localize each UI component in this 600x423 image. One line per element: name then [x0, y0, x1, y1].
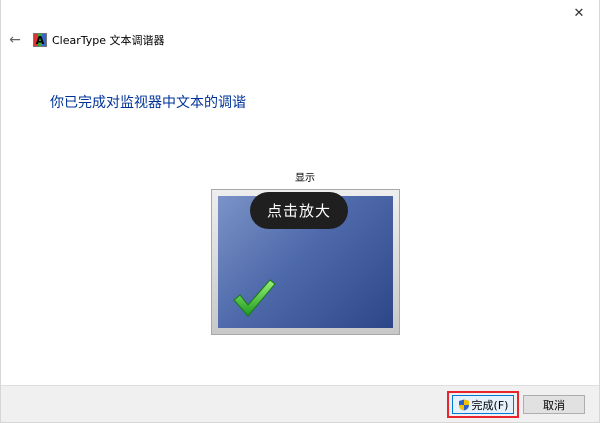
- close-icon: ✕: [573, 5, 585, 21]
- back-button[interactable]: ←: [7, 32, 23, 48]
- finish-button[interactable]: 完成(F): [452, 395, 514, 414]
- checkmark-icon: [233, 279, 276, 317]
- app-title: ClearType 文本调谐器: [52, 34, 165, 47]
- footer-bar: 完成(F) 取消: [1, 385, 599, 422]
- window-header: ← A ClearType 文本调谐器: [7, 30, 165, 50]
- back-arrow-icon: ←: [9, 32, 21, 48]
- uac-shield-icon: [458, 399, 469, 410]
- cancel-button[interactable]: 取消: [523, 395, 585, 414]
- svg-text:A: A: [36, 34, 45, 47]
- cleartype-app-icon: A: [33, 33, 47, 47]
- page-heading: 你已完成对监视器中文本的调谐: [50, 95, 246, 111]
- cancel-button-label: 取消: [543, 398, 565, 412]
- monitor-label: 显示: [295, 173, 315, 184]
- cleartype-window: ✕ ← A ClearType 文本调谐器 你已完成对监视器中文本的调谐 显示: [0, 0, 600, 423]
- finish-button-label: 完成(F): [471, 398, 509, 412]
- close-button[interactable]: ✕: [567, 2, 591, 24]
- zoom-tooltip: 点击放大: [250, 192, 348, 229]
